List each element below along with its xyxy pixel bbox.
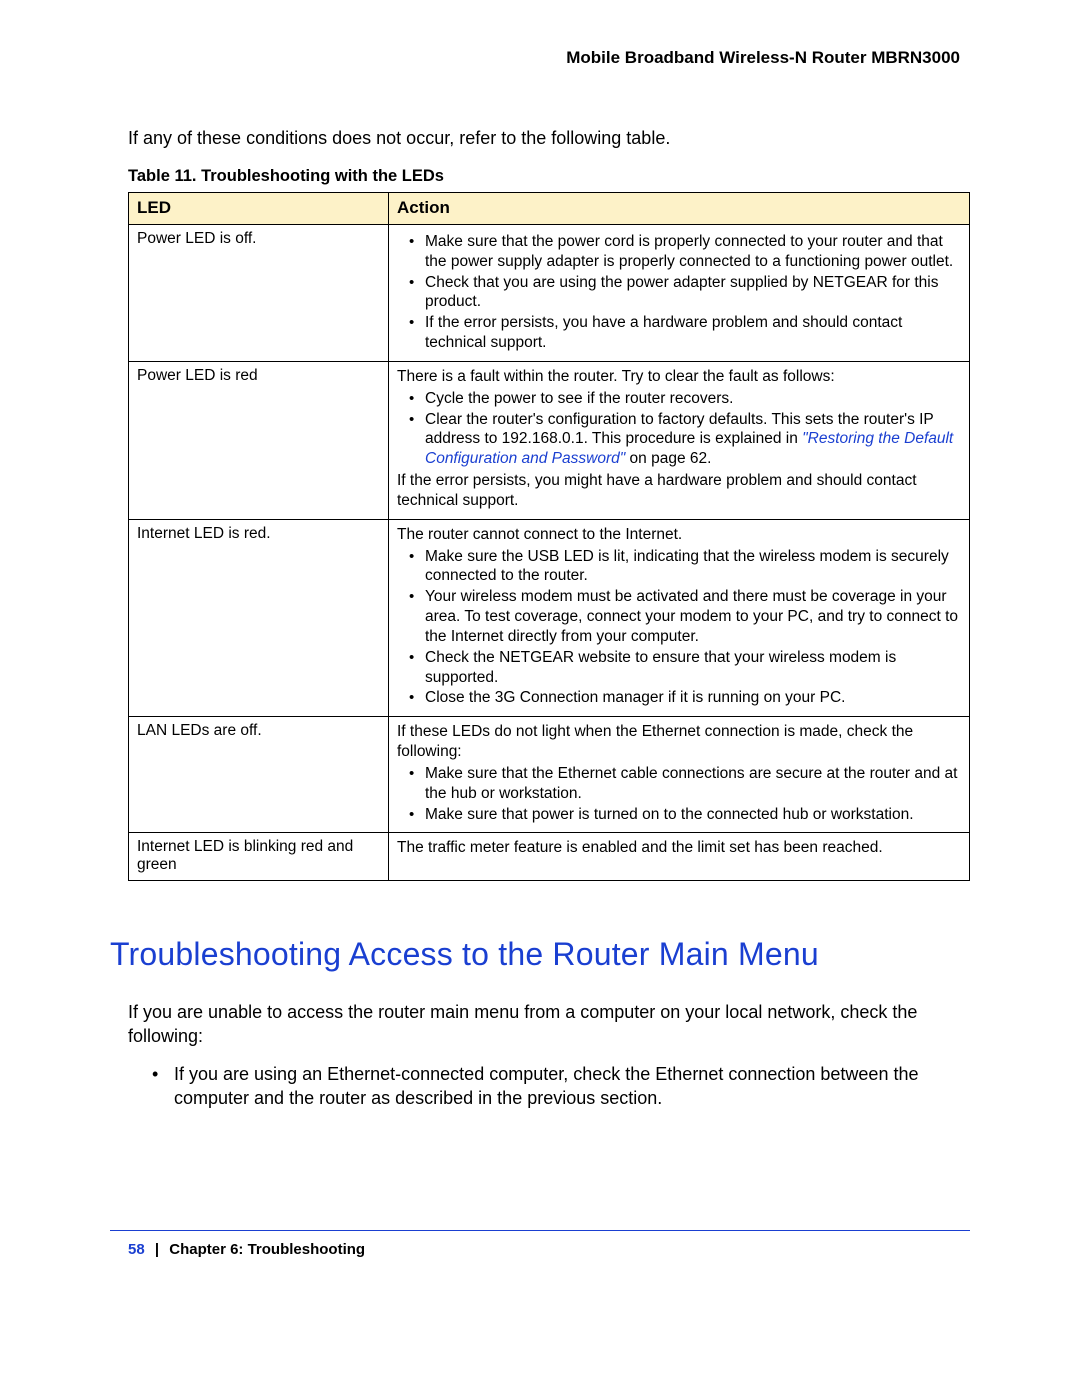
table-row: Power LED is red There is a fault within… xyxy=(129,361,970,519)
cell-paragraph: If the error persists, you might have a … xyxy=(397,471,961,511)
section-heading: Troubleshooting Access to the Router Mai… xyxy=(110,936,970,973)
list-item: Close the 3G Connection manager if it is… xyxy=(425,688,961,708)
body-list: If you are using an Ethernet-connected c… xyxy=(150,1063,970,1111)
led-cell: Internet LED is red. xyxy=(129,519,389,716)
running-header: Mobile Broadband Wireless-N Router MBRN3… xyxy=(110,48,970,68)
action-cell: The traffic meter feature is enabled and… xyxy=(389,833,970,881)
cell-paragraph: There is a fault within the router. Try … xyxy=(397,367,961,387)
list-item: Make sure that the Ethernet cable connec… xyxy=(425,764,961,804)
col-action-header: Action xyxy=(389,193,970,225)
led-cell: Power LED is off. xyxy=(129,225,389,362)
list-item: If you are using an Ethernet-connected c… xyxy=(174,1063,970,1111)
cell-paragraph: The router cannot connect to the Interne… xyxy=(397,525,961,545)
text-span: on page 62. xyxy=(625,450,711,467)
action-cell: If these LEDs do not light when the Ethe… xyxy=(389,717,970,833)
page-number: 58 xyxy=(128,1241,145,1258)
body-paragraph: If you are unable to access the router m… xyxy=(128,1001,970,1049)
cell-paragraph: If these LEDs do not light when the Ethe… xyxy=(397,722,961,762)
table-row: Internet LED is red. The router cannot c… xyxy=(129,519,970,716)
table-row: LAN LEDs are off. If these LEDs do not l… xyxy=(129,717,970,833)
chapter-label: Chapter 6: Troubleshooting xyxy=(169,1241,365,1258)
list-item: Clear the router's configuration to fact… xyxy=(425,410,961,469)
action-cell: The router cannot connect to the Interne… xyxy=(389,519,970,716)
list-item: Make sure the USB LED is lit, indicating… xyxy=(425,547,961,587)
list-item: Check the NETGEAR website to ensure that… xyxy=(425,648,961,688)
action-cell: Make sure that the power cord is properl… xyxy=(389,225,970,362)
table-caption: Table 11. Troubleshooting with the LEDs xyxy=(110,167,970,186)
list-item: Your wireless modem must be activated an… xyxy=(425,587,961,646)
footer-rule: 58 | Chapter 6: Troubleshooting xyxy=(110,1230,970,1258)
list-item: Make sure that power is turned on to the… xyxy=(425,805,961,825)
footer-line: 58 | Chapter 6: Troubleshooting xyxy=(110,1241,970,1258)
led-cell: Internet LED is blinking red and green xyxy=(129,833,389,881)
col-led-header: LED xyxy=(129,193,389,225)
list-item: Check that you are using the power adapt… xyxy=(425,273,961,313)
intro-paragraph: If any of these conditions does not occu… xyxy=(110,128,970,149)
table-row: Internet LED is blinking red and green T… xyxy=(129,833,970,881)
list-item: Make sure that the power cord is properl… xyxy=(425,232,961,272)
troubleshooting-table: LED Action Power LED is off. Make sure t… xyxy=(128,192,970,881)
list-item: Cycle the power to see if the router rec… xyxy=(425,389,961,409)
led-cell: LAN LEDs are off. xyxy=(129,717,389,833)
footer-separator: | xyxy=(149,1241,165,1258)
action-cell: There is a fault within the router. Try … xyxy=(389,361,970,519)
table-row: Power LED is off. Make sure that the pow… xyxy=(129,225,970,362)
document-page: Mobile Broadband Wireless-N Router MBRN3… xyxy=(0,0,1080,1397)
table-header-row: LED Action xyxy=(129,193,970,225)
led-cell: Power LED is red xyxy=(129,361,389,519)
list-item: If the error persists, you have a hardwa… xyxy=(425,313,961,353)
cell-paragraph: The traffic meter feature is enabled and… xyxy=(397,838,961,858)
